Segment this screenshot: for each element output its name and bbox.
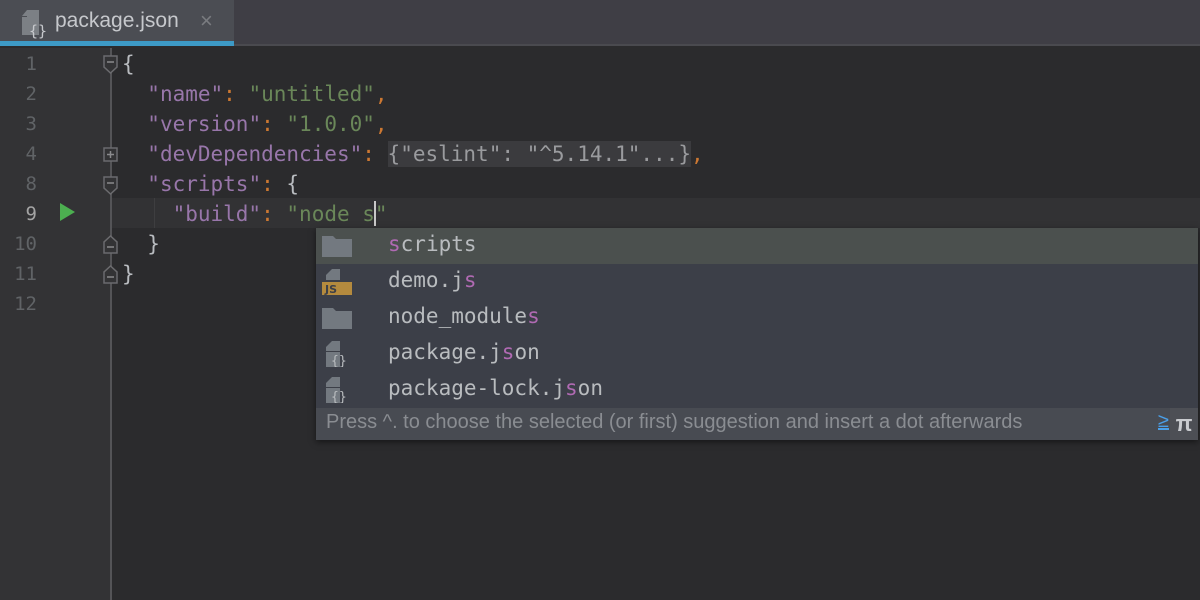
completion-item[interactable]: node_modules	[316, 300, 1198, 336]
json-value-end: "	[374, 202, 388, 226]
line-number: 2	[25, 83, 37, 105]
code-line-8[interactable]: "scripts": {	[122, 169, 299, 199]
line-number: 1	[25, 53, 37, 75]
folder-icon	[322, 308, 352, 329]
match-highlight: s	[527, 304, 540, 328]
editor-tab-bar: {} package.json ×	[0, 0, 1200, 46]
completion-popup: scripts JS demo.js node_modules {} packa…	[316, 228, 1198, 440]
completion-hint-text: Press ^. to choose the selected (or firs…	[326, 411, 1023, 433]
json-file-icon: {}	[22, 10, 47, 39]
js-file-icon: JS	[322, 269, 352, 295]
json-key: "build"	[172, 202, 262, 226]
fold-expand-icon[interactable]	[102, 146, 119, 168]
json-key: "name"	[147, 82, 224, 106]
completion-label: package.json	[388, 340, 540, 364]
completion-label: scripts	[388, 232, 477, 256]
json-value: "1.0.0"	[286, 112, 375, 136]
json-value-typed: "node s	[286, 202, 375, 226]
line-number: 8	[25, 173, 37, 195]
code-line-2[interactable]: "name": "untitled",	[122, 79, 388, 109]
match-highlight: s	[565, 376, 578, 400]
fold-end-icon[interactable]	[102, 233, 119, 255]
open-brace: {	[122, 52, 135, 76]
json-key: "devDependencies"	[147, 142, 363, 166]
svg-text:JS: JS	[324, 283, 337, 295]
completion-hint-bar: Press ^. to choose the selected (or firs…	[316, 408, 1198, 440]
close-brace: }	[147, 232, 160, 256]
json-key: "version"	[147, 112, 262, 136]
folder-icon	[322, 236, 352, 257]
folded-region[interactable]: {"eslint": "^5.14.1"...}	[387, 141, 691, 167]
colon: :	[261, 112, 274, 136]
fold-collapse-icon[interactable]	[102, 175, 119, 197]
completion-item[interactable]: {} package.json	[316, 336, 1198, 372]
fold-end-icon[interactable]	[102, 263, 119, 285]
line-number: 4	[25, 143, 37, 165]
completion-label: demo.js	[388, 268, 477, 292]
colon: :	[261, 202, 274, 226]
hint-more-link[interactable]: ≥	[1158, 410, 1169, 433]
colon: :	[362, 142, 375, 166]
gutter-divider	[110, 48, 112, 600]
tab-package-json[interactable]: {} package.json ×	[0, 0, 234, 46]
svg-text:{}: {}	[331, 354, 347, 367]
svg-text:{}: {}	[331, 390, 347, 403]
completion-label: node_modules	[388, 304, 540, 328]
line-number: 3	[25, 113, 37, 135]
code-line-9[interactable]: "build": "node s"	[122, 199, 388, 229]
svg-text:{}: {}	[29, 22, 47, 39]
open-brace: {	[286, 172, 300, 196]
match-highlight: s	[388, 232, 401, 256]
code-line-4[interactable]: "devDependencies": {"eslint": "^5.14.1".…	[122, 139, 704, 169]
comma: ,	[374, 82, 388, 106]
match-highlight: s	[463, 268, 477, 292]
code-line-11[interactable]: }	[122, 259, 135, 289]
colon: :	[223, 82, 236, 106]
json-file-icon: {}	[326, 377, 347, 403]
line-number: 11	[14, 263, 37, 285]
json-key: "scripts"	[147, 172, 262, 196]
json-file-icon: {}	[326, 341, 347, 367]
completion-item[interactable]: scripts	[316, 228, 1198, 264]
colon: :	[261, 172, 274, 196]
line-number: 12	[14, 293, 37, 315]
line-number-current: 9	[25, 203, 37, 225]
close-tab-icon[interactable]: ×	[200, 8, 213, 34]
fold-collapse-icon[interactable]	[102, 54, 119, 76]
pi-menu-icon[interactable]: π	[1170, 408, 1198, 440]
match-highlight: s	[501, 340, 515, 364]
completion-label: package-lock.json	[388, 376, 603, 400]
close-brace: }	[122, 262, 135, 286]
code-line-10[interactable]: }	[122, 229, 160, 259]
json-value: "untitled"	[248, 82, 375, 106]
completion-item[interactable]: JS demo.js	[316, 264, 1198, 300]
code-line-1[interactable]: {	[122, 49, 135, 79]
tab-label: package.json	[55, 9, 179, 32]
completion-item[interactable]: {} package-lock.json	[316, 372, 1198, 408]
code-line-3[interactable]: "version": "1.0.0",	[122, 109, 388, 139]
line-number: 10	[14, 233, 37, 255]
run-script-icon[interactable]	[60, 203, 75, 221]
comma: ,	[374, 112, 388, 136]
comma: ,	[690, 142, 704, 166]
